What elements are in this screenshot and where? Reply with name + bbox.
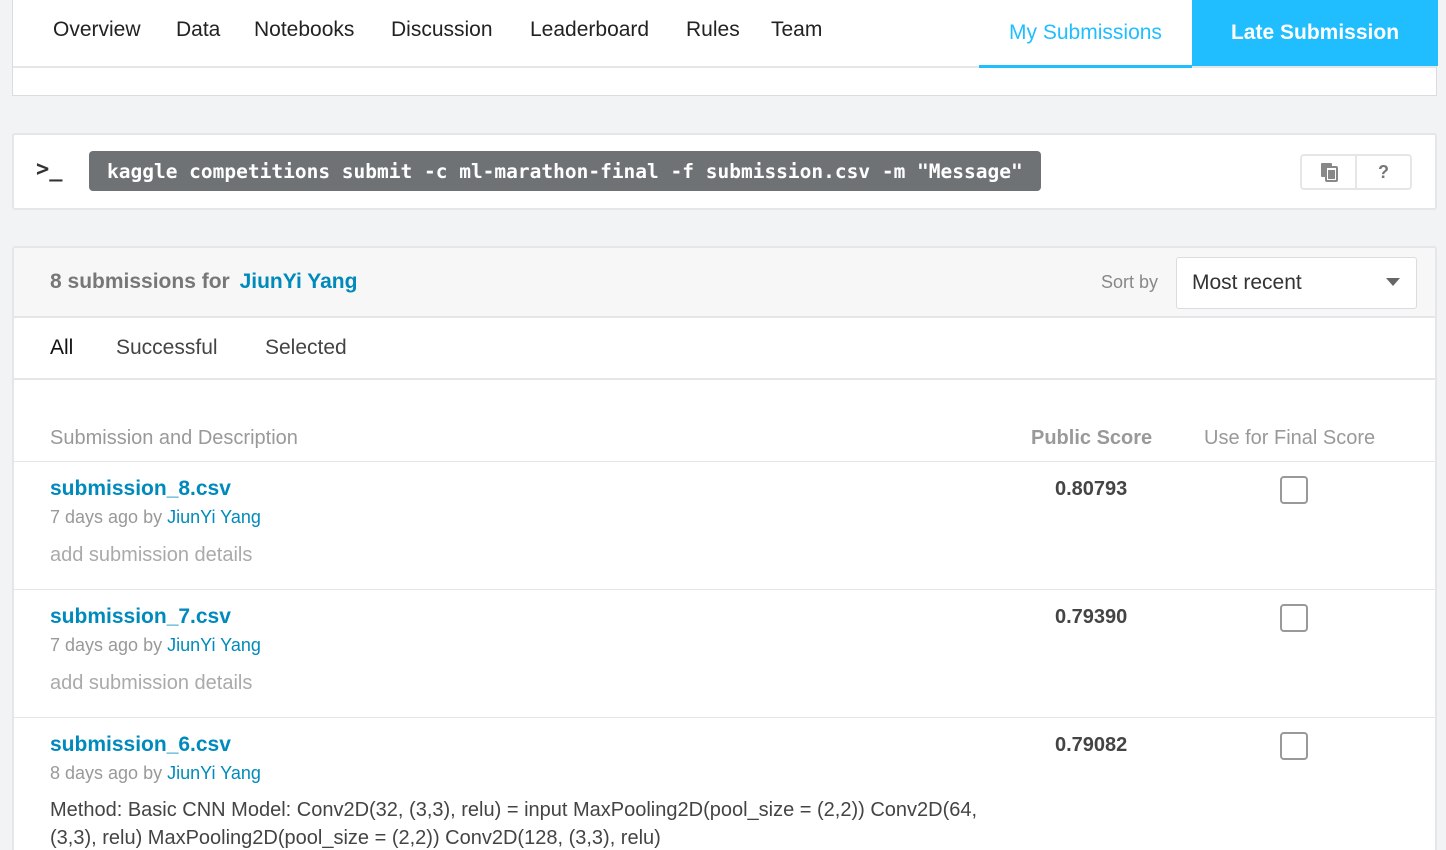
- submission-time: 7 days ago: [50, 507, 139, 527]
- submission-meta: 7 days ago by JiunYi Yang: [50, 507, 261, 528]
- tab-leaderboard[interactable]: Leaderboard: [530, 18, 649, 42]
- api-command-card: >_ kaggle competitions submit -c ml-mara…: [12, 133, 1437, 210]
- chevron-down-icon: [1386, 278, 1400, 286]
- copy-command-button[interactable]: [1302, 156, 1355, 188]
- tab-my-submissions[interactable]: My Submissions: [979, 0, 1192, 68]
- add-details-link[interactable]: add submission details: [50, 672, 252, 695]
- submission-user-link[interactable]: JiunYi Yang: [167, 635, 261, 655]
- api-command-text[interactable]: kaggle competitions submit -c ml-maratho…: [89, 151, 1041, 191]
- submission-count-label: 8 submissions for: [50, 270, 230, 293]
- submission-file-link[interactable]: submission_7.csv: [50, 605, 231, 629]
- api-command-actions: ?: [1300, 154, 1412, 190]
- tab-overview[interactable]: Overview: [53, 18, 141, 42]
- sort-select-value: Most recent: [1192, 271, 1302, 294]
- tab-discussion[interactable]: Discussion: [391, 18, 493, 42]
- copy-icon: [1320, 163, 1338, 182]
- column-header-public-score[interactable]: Public Score: [1031, 427, 1152, 450]
- column-header-final-score: Use for Final Score: [1204, 427, 1376, 449]
- tab-rules[interactable]: Rules: [686, 18, 740, 42]
- filter-successful[interactable]: Successful: [116, 336, 218, 360]
- tab-team[interactable]: Team: [771, 18, 822, 42]
- final-score-checkbox[interactable]: [1280, 604, 1308, 632]
- competition-nav-card: Overview Data Notebooks Discussion Leade…: [12, 0, 1438, 96]
- submission-row: submission_7.csv 7 days ago by JiunYi Ya…: [14, 590, 1435, 718]
- submission-file-link[interactable]: submission_6.csv: [50, 733, 231, 757]
- submission-row: submission_8.csv 7 days ago by JiunYi Ya…: [14, 462, 1435, 590]
- add-details-link[interactable]: add submission details: [50, 544, 252, 567]
- submission-by: by: [143, 635, 163, 655]
- terminal-icon: >_: [36, 157, 63, 182]
- public-score: 0.80793: [1055, 478, 1128, 500]
- submission-time: 8 days ago: [50, 763, 139, 783]
- submission-by: by: [143, 763, 163, 783]
- filter-all[interactable]: All: [50, 336, 73, 360]
- submission-time: 7 days ago: [50, 635, 139, 655]
- submission-meta: 7 days ago by JiunYi Yang: [50, 635, 261, 656]
- submission-filter-bar: All Successful Selected: [14, 318, 1435, 380]
- submission-user-link[interactable]: JiunYi Yang: [167, 507, 261, 527]
- tab-data[interactable]: Data: [176, 18, 220, 42]
- submission-description: Method: Basic CNN Model: Conv2D(32, (3,3…: [50, 799, 978, 849]
- public-score: 0.79082: [1055, 734, 1128, 756]
- sort-label: Sort by: [1101, 272, 1159, 292]
- tab-notebooks[interactable]: Notebooks: [254, 18, 354, 42]
- late-submission-button[interactable]: Late Submission: [1192, 0, 1438, 66]
- public-score: 0.79390: [1055, 606, 1128, 628]
- filter-selected[interactable]: Selected: [265, 336, 347, 360]
- help-button[interactable]: ?: [1355, 156, 1410, 188]
- column-header-description: Submission and Description: [50, 427, 298, 449]
- competition-nav-bar: Overview Data Notebooks Discussion Leade…: [13, 0, 1438, 68]
- sort-select[interactable]: Most recent: [1176, 257, 1417, 309]
- final-score-checkbox[interactable]: [1280, 476, 1308, 504]
- submissions-card: 8 submissions for JiunYi Yang Sort by Mo…: [12, 246, 1437, 850]
- submission-file-link[interactable]: submission_8.csv: [50, 477, 231, 501]
- submission-by: by: [143, 507, 163, 527]
- submission-user-link[interactable]: JiunYi Yang: [167, 763, 261, 783]
- submission-owner-link[interactable]: JiunYi Yang: [240, 270, 358, 293]
- submission-count: 8 submissions for JiunYi Yang: [50, 270, 357, 294]
- submission-meta: 8 days ago by JiunYi Yang: [50, 763, 261, 784]
- submission-row: submission_6.csv 8 days ago by JiunYi Ya…: [14, 718, 1435, 850]
- final-score-checkbox[interactable]: [1280, 732, 1308, 760]
- submissions-header: 8 submissions for JiunYi Yang Sort by Mo…: [14, 248, 1435, 318]
